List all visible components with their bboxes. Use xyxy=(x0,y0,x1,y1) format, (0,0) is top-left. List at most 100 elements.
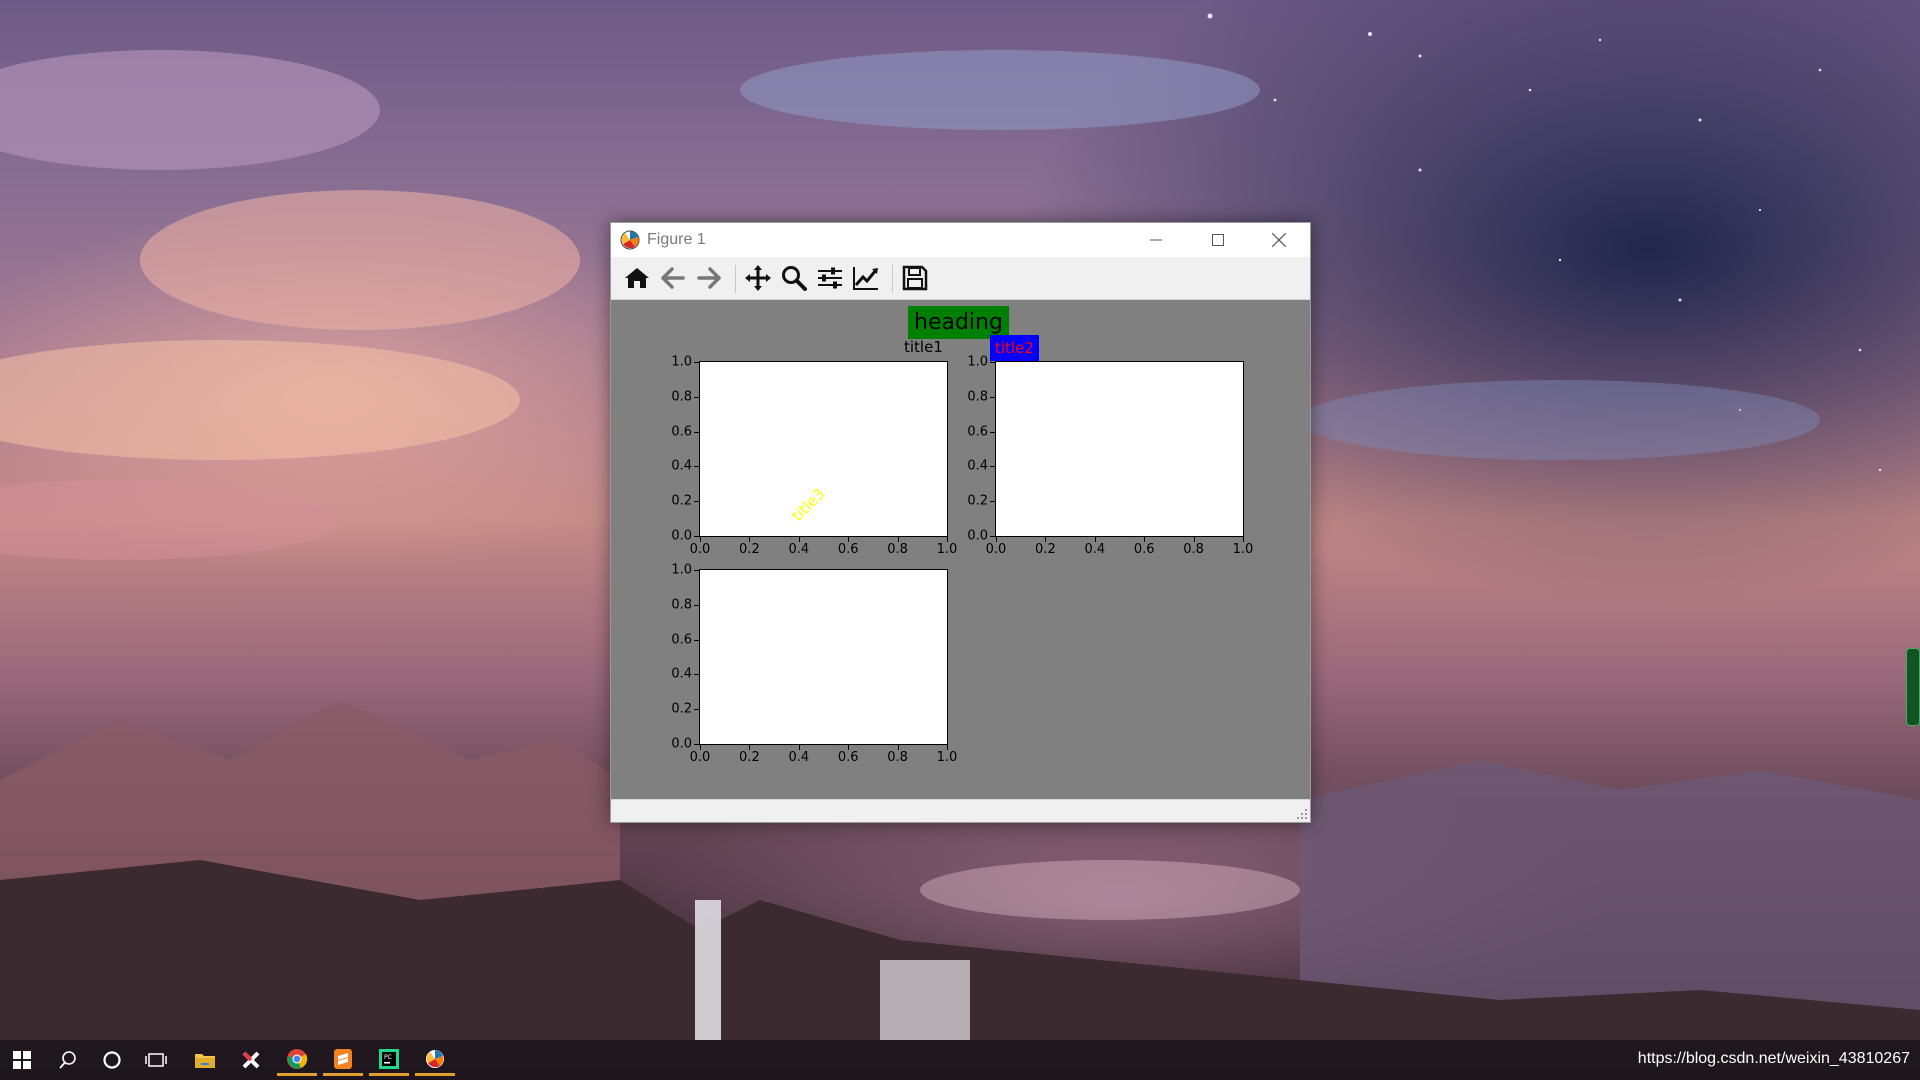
x-tick-label: 0.2 xyxy=(739,542,760,557)
home-icon xyxy=(625,268,649,288)
y-tick-label: 0.4 xyxy=(967,458,988,474)
y-tick-mark xyxy=(694,709,699,711)
y-tick-mark xyxy=(990,466,995,468)
minimize-button[interactable] xyxy=(1125,223,1187,257)
close-button[interactable] xyxy=(1248,223,1310,257)
x-tick-label: 0.8 xyxy=(887,542,908,557)
y-tick-mark xyxy=(694,570,699,571)
navigation-toolbar xyxy=(611,257,1310,300)
subplot-axes-1[interactable] xyxy=(699,361,948,537)
x-tick-label: 0.2 xyxy=(1035,542,1056,557)
minimize-icon xyxy=(1150,239,1162,241)
x-tick-label: 1.0 xyxy=(936,750,958,765)
x-tick-label: 0.4 xyxy=(1084,542,1106,557)
back-button[interactable] xyxy=(657,263,689,293)
y-tick-mark xyxy=(694,362,699,363)
taskbar-file-explorer[interactable] xyxy=(185,1044,225,1076)
search-button[interactable] xyxy=(48,1044,88,1076)
maximize-button[interactable] xyxy=(1187,223,1249,257)
y-tick-label: 0.8 xyxy=(671,597,692,613)
x-tick-label: 0.6 xyxy=(837,750,859,765)
x-tick-label: 0.6 xyxy=(1133,542,1155,557)
window-title: Figure 1 xyxy=(647,231,706,248)
close-icon xyxy=(1272,233,1286,247)
y-tick-mark xyxy=(694,501,699,503)
save-icon xyxy=(902,265,928,291)
y-tick-mark xyxy=(694,431,699,433)
subplots-config-button[interactable] xyxy=(814,263,846,293)
figure-window: Figure 1 heading 0.0 0.2 0.4 0.6 0.8 1.0… xyxy=(610,222,1311,823)
y-tick-mark xyxy=(990,536,995,537)
zoom-icon xyxy=(782,266,807,291)
cortana-button[interactable] xyxy=(92,1044,132,1076)
status-bar xyxy=(611,799,1310,822)
y-tick-mark xyxy=(694,674,699,676)
file-explorer-icon xyxy=(195,1054,215,1068)
search-icon xyxy=(59,1051,76,1069)
xmind-icon xyxy=(242,1051,260,1069)
start-button[interactable] xyxy=(2,1044,42,1076)
y-tick-mark xyxy=(694,639,699,641)
y-tick-label: 0.2 xyxy=(671,493,692,509)
resize-grip-icon[interactable] xyxy=(1296,808,1308,820)
subplots-config-icon xyxy=(818,267,842,289)
y-tick-mark xyxy=(990,501,995,503)
x-tick-label: 0.8 xyxy=(1183,542,1204,557)
edit-axes-icon xyxy=(853,267,878,290)
task-view-button[interactable] xyxy=(136,1044,176,1076)
subplot-title-2: title2 xyxy=(990,335,1039,361)
y-tick-label: 0.8 xyxy=(671,389,692,405)
y-tick-mark xyxy=(990,362,995,363)
y-tick-mark xyxy=(990,431,995,433)
windows-start-icon xyxy=(13,1051,31,1069)
x-tick-label: 0.0 xyxy=(985,542,1007,557)
zoom-button[interactable] xyxy=(778,263,810,293)
watermark-url: https://blog.csdn.net/weixin_43810267 xyxy=(1637,1050,1910,1067)
x-tick-label: 1.0 xyxy=(936,542,958,557)
y-tick-label: 0.4 xyxy=(671,458,692,474)
title-bar[interactable]: Figure 1 xyxy=(611,223,1310,257)
taskbar-sublime[interactable] xyxy=(323,1044,363,1076)
volume-meter xyxy=(1906,648,1920,726)
x-tick-label: 0.0 xyxy=(689,542,711,557)
y-tick-label: 1.0 xyxy=(967,354,988,370)
y-tick-label: 0.4 xyxy=(671,666,692,682)
taskbar-chrome[interactable] xyxy=(277,1044,317,1076)
toolbar-separator xyxy=(735,265,736,293)
y-tick-label: 1.0 xyxy=(671,354,692,370)
y-tick-mark xyxy=(694,744,699,745)
taskbar-xmind[interactable] xyxy=(231,1044,271,1076)
subplot-axes-2[interactable] xyxy=(995,361,1244,537)
y-tick-label: 0.6 xyxy=(671,424,692,440)
x-tick-label: 0.2 xyxy=(739,750,760,765)
figure-canvas[interactable]: heading 0.0 0.2 0.4 0.6 0.8 1.0 0.0 0.2 0.4 0.6 0.… xyxy=(611,300,1310,799)
y-tick-label: 0.2 xyxy=(671,701,692,717)
chrome-icon xyxy=(287,1048,308,1069)
x-tick-label: 0.8 xyxy=(887,750,908,765)
pycharm-icon: PC xyxy=(379,1048,399,1069)
y-tick-mark xyxy=(694,396,699,398)
y-tick-label: 0.0 xyxy=(967,528,988,544)
matplotlib-icon xyxy=(620,230,640,250)
taskbar-pycharm[interactable]: PC xyxy=(369,1044,409,1076)
y-tick-mark xyxy=(694,604,699,606)
matplotlib-icon xyxy=(426,1049,444,1068)
y-tick-label: 0.8 xyxy=(967,389,988,405)
x-tick-label: 0.0 xyxy=(689,750,711,765)
x-tick-label: 0.4 xyxy=(788,542,810,557)
cortana-icon xyxy=(103,1051,121,1069)
taskbar-matplotlib[interactable] xyxy=(415,1044,455,1076)
x-tick-label: 1.0 xyxy=(1232,542,1254,557)
y-tick-mark xyxy=(694,466,699,468)
forward-button[interactable] xyxy=(693,263,725,293)
subplot-axes-3[interactable] xyxy=(699,569,948,745)
toolbar-separator xyxy=(892,265,893,293)
pan-button[interactable] xyxy=(742,263,774,293)
y-tick-mark xyxy=(694,536,699,537)
forward-arrow-icon xyxy=(697,267,721,289)
home-button[interactable] xyxy=(621,263,653,293)
sublime-icon xyxy=(334,1048,352,1069)
y-tick-label: 0.6 xyxy=(671,632,692,648)
edit-axes-button[interactable] xyxy=(850,263,882,293)
save-button[interactable] xyxy=(899,263,931,293)
